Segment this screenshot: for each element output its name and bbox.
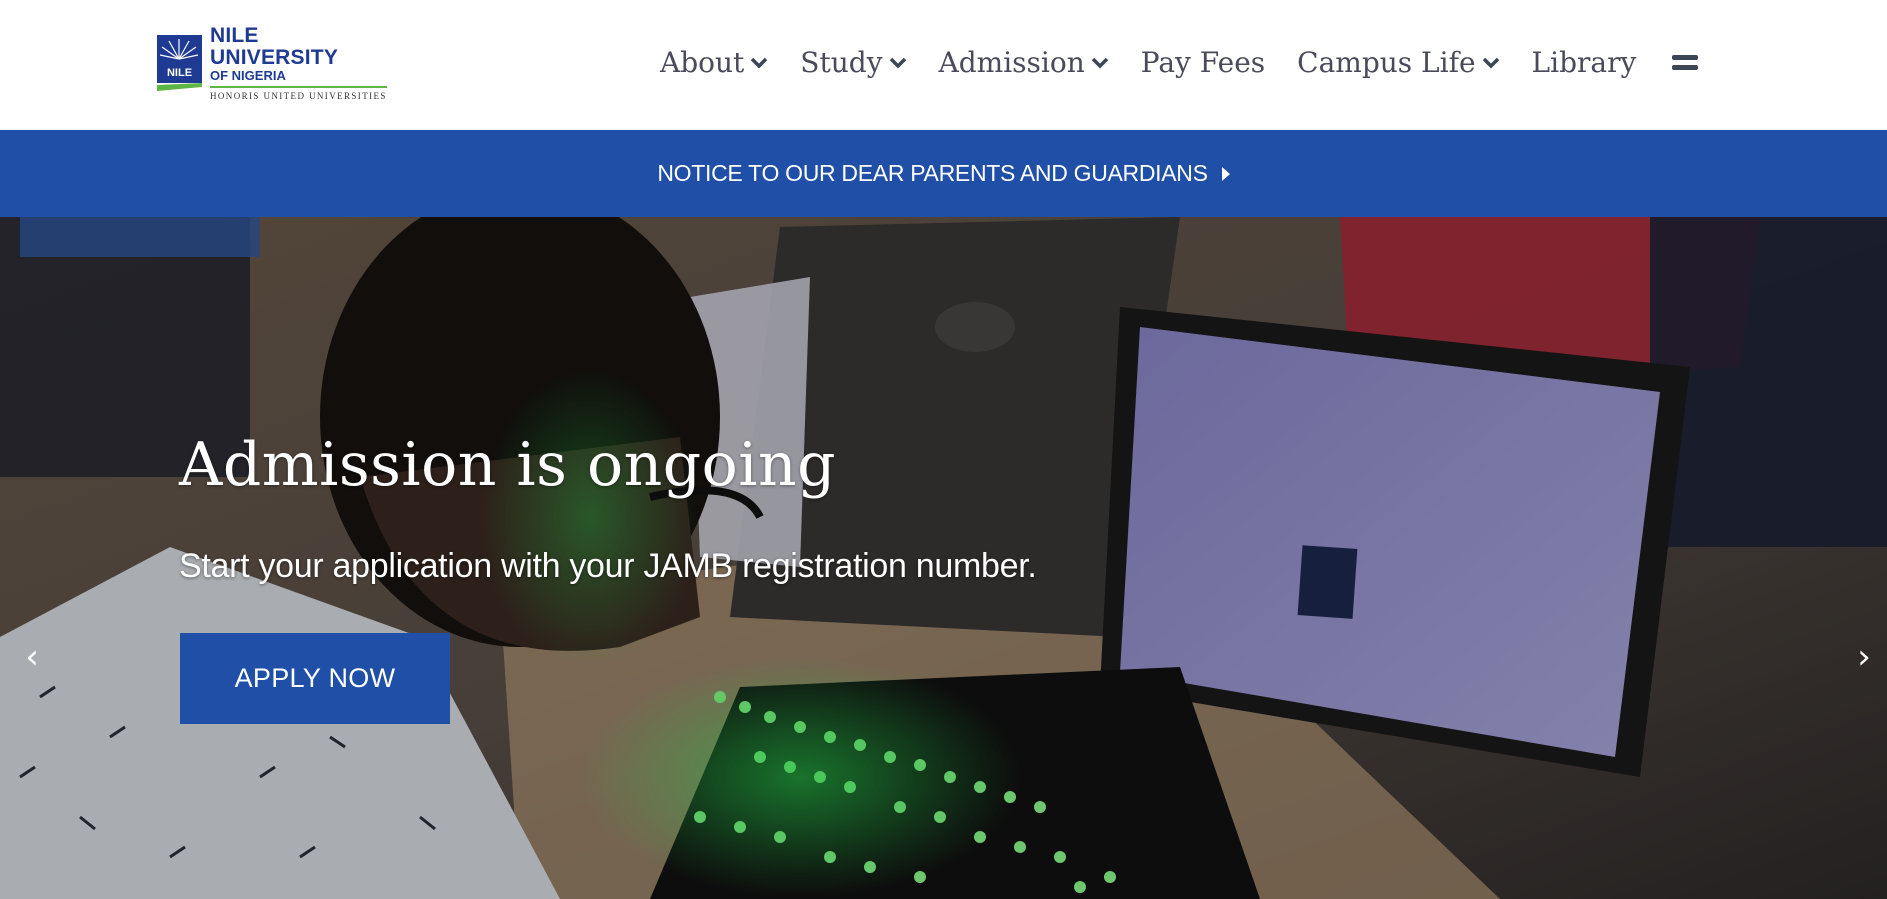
nav-item-campus-life[interactable]: Campus Life — [1297, 46, 1499, 79]
logo-tagline: HONORIS UNITED UNIVERSITIES — [210, 91, 387, 101]
notice-text: NOTICE TO OUR DEAR PARENTS AND GUARDIANS — [657, 160, 1208, 186]
main-navigation: About Study Admission Pay Fees Campus Li… — [660, 0, 1887, 125]
chevron-down-icon — [1091, 56, 1109, 70]
logo-subtitle: OF NIGERIA — [210, 68, 286, 83]
nav-item-label: About — [660, 46, 745, 79]
nav-item-study[interactable]: Study — [800, 46, 906, 79]
hero-carousel: Admission is ongoing Start your applicat… — [0, 217, 1887, 899]
nav-item-label: Pay Fees — [1140, 46, 1266, 79]
chevron-down-icon — [1482, 56, 1500, 70]
notice-bar[interactable]: NOTICE TO OUR DEAR PARENTS AND GUARDIANS — [0, 130, 1887, 217]
logo-rule — [210, 86, 387, 88]
university-logo[interactable]: NILE NILE UNIVERSITY OF NIGERIA HONORIS … — [157, 25, 389, 101]
nav-item-about[interactable]: About — [660, 46, 768, 79]
hamburger-icon[interactable] — [1672, 55, 1699, 70]
nav-item-label: Admission — [938, 46, 1085, 79]
chevron-down-icon — [750, 56, 768, 70]
nav-item-pay-fees[interactable]: Pay Fees — [1141, 46, 1265, 79]
hero-title: Admission is ongoing — [179, 430, 837, 500]
chevron-down-icon — [889, 56, 907, 70]
svg-text:NILE: NILE — [167, 67, 192, 79]
apply-now-button[interactable]: APPLY NOW — [180, 633, 450, 724]
carousel-next-button[interactable]: › — [1849, 637, 1879, 677]
caret-right-icon — [1221, 166, 1230, 181]
nav-item-admission[interactable]: Admission — [939, 46, 1109, 79]
nav-item-label: Library — [1531, 46, 1637, 79]
site-header: NILE NILE UNIVERSITY OF NIGERIA HONORIS … — [0, 0, 1887, 130]
logo-emblem-icon: NILE — [157, 35, 202, 91]
logo-title: NILE UNIVERSITY — [210, 24, 339, 69]
hero-subtitle: Start your application with your JAMB re… — [179, 547, 1037, 585]
nav-item-label: Campus Life — [1297, 46, 1476, 79]
carousel-prev-button[interactable]: ‹ — [17, 637, 47, 677]
nav-item-library[interactable]: Library — [1532, 46, 1637, 79]
nav-item-label: Study — [800, 46, 883, 79]
